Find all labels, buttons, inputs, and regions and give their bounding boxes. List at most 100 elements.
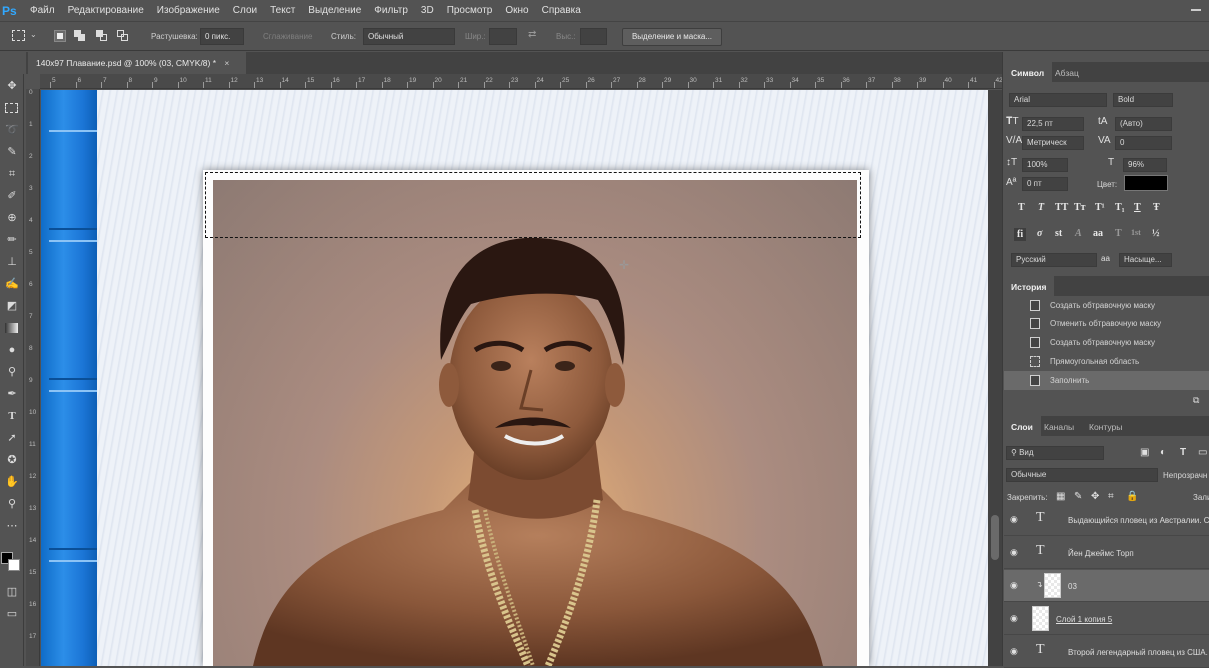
superscript-button[interactable]: T¹ [1095, 202, 1105, 213]
marquee-tool-icon[interactable] [4, 100, 20, 116]
eye-icon[interactable]: ◉ [1010, 547, 1018, 558]
menu-window[interactable]: Окно [505, 5, 528, 16]
healing-brush-tool-icon[interactable]: ⊕ [4, 210, 20, 226]
layer-row[interactable]: ◉ T Второй легендарный пловец из США. С [1004, 636, 1209, 668]
history-item[interactable]: Отменить обтравочную маску [1004, 314, 1209, 333]
minimize-icon[interactable] [1191, 9, 1201, 11]
brush-tool-icon[interactable]: ✏ [4, 232, 20, 248]
filter-pixel-icon[interactable]: ▣ [1140, 447, 1149, 458]
leading-input[interactable]: (Авто) [1115, 117, 1172, 131]
history-item[interactable]: Прямоугольная область [1004, 352, 1209, 371]
lock-pixels-icon[interactable]: ✎ [1074, 491, 1082, 502]
move-tool-icon[interactable]: ✥ [4, 78, 20, 94]
select-and-mask-button[interactable]: Выделение и маска... [622, 28, 722, 46]
tracking-input[interactable]: 0 [1115, 136, 1172, 150]
language-select[interactable]: Русский [1011, 253, 1097, 267]
lasso-tool-icon[interactable]: ➰ [4, 122, 20, 138]
tab-history[interactable]: История [1003, 276, 1055, 296]
chevron-down-icon[interactable]: ⌄ [30, 30, 37, 39]
blend-mode-select[interactable]: Обычные [1006, 468, 1158, 482]
more-tools-icon[interactable]: ⋯ [4, 518, 20, 534]
layer-row-selected[interactable]: ◉ ↴ 03 [1004, 570, 1209, 602]
menu-file[interactable]: Файл [30, 5, 55, 16]
lock-transparency-icon[interactable]: ▦ [1056, 491, 1065, 502]
menu-edit[interactable]: Редактирование [68, 5, 144, 16]
swimmer-photo[interactable] [213, 180, 857, 666]
canvas-area[interactable]: ✛ [41, 90, 988, 666]
layer-filter-select[interactable]: ⚲ Вид [1006, 446, 1104, 460]
marquee-selection[interactable] [205, 172, 861, 238]
dodge-tool-icon[interactable]: ⚲ [4, 364, 20, 380]
small-caps-button[interactable]: Tт [1074, 202, 1086, 213]
hand-tool-icon[interactable]: ✋ [4, 474, 20, 490]
swap-icon[interactable]: ⇄ [528, 29, 536, 40]
layer-row[interactable]: ◉ Слой 1 копия 5 [1004, 603, 1209, 635]
tab-paragraph[interactable]: Абзац [1047, 62, 1087, 82]
artboard-icon[interactable]: ⌗ [1108, 491, 1114, 502]
marquee-tool-preset-icon[interactable] [12, 30, 25, 41]
text-color-swatch[interactable] [1124, 175, 1168, 191]
height-input[interactable] [580, 28, 607, 45]
layer-row[interactable]: ◉ T Йен Джеймс Торп [1004, 537, 1209, 569]
font-size-input[interactable]: 22,5 пт [1022, 117, 1084, 131]
style-select[interactable]: Обычный [363, 28, 455, 45]
menu-3d[interactable]: 3D [421, 5, 434, 16]
canvas-vertical-scrollbar[interactable] [988, 90, 1002, 666]
filter-shape-icon[interactable]: ▭ [1198, 447, 1207, 458]
new-selection-icon[interactable] [54, 30, 66, 42]
baseline-shift-input[interactable]: 0 пт [1022, 177, 1068, 191]
faux-bold-button[interactable]: T [1018, 202, 1025, 213]
gradient-tool-icon[interactable] [4, 320, 20, 336]
zoom-tool-icon[interactable]: ⚲ [4, 496, 20, 512]
history-item-selected[interactable]: Заполнить [1004, 371, 1209, 390]
menu-type[interactable]: Текст [270, 5, 295, 16]
menu-layers[interactable]: Слои [233, 5, 257, 16]
width-input[interactable] [489, 28, 517, 45]
strikethrough-button[interactable]: Ŧ [1153, 202, 1160, 213]
titling-alternates-button[interactable]: T [1115, 228, 1122, 239]
swash-button[interactable]: A [1075, 228, 1082, 239]
eye-icon[interactable]: ◉ [1010, 646, 1018, 657]
eye-icon[interactable]: ◉ [1010, 613, 1018, 624]
history-item[interactable]: Создать обтравочную маску [1004, 296, 1209, 315]
crop-tool-icon[interactable]: ⌗ [4, 166, 20, 182]
shape-tool-icon[interactable]: ✪ [4, 452, 20, 468]
eye-icon[interactable]: ◉ [1010, 514, 1018, 525]
font-family-select[interactable]: Arial [1009, 93, 1107, 107]
horizontal-scale-input[interactable]: 96% [1123, 158, 1167, 172]
layer-row[interactable]: ◉ T Выдающийся пловец из Австралии. Сп [1004, 504, 1209, 536]
filter-adjustment-icon[interactable]: ◐ [1160, 447, 1166, 458]
faux-italic-button[interactable]: T [1038, 202, 1044, 213]
subscript-button[interactable]: T₁ [1115, 202, 1125, 213]
subtract-selection-icon[interactable] [96, 30, 108, 42]
kerning-input[interactable]: Метрическ [1022, 136, 1084, 150]
eye-icon[interactable]: ◉ [1010, 580, 1018, 591]
ligatures-button[interactable]: fi [1014, 228, 1027, 241]
intersect-selection-icon[interactable] [117, 30, 129, 42]
blur-tool-icon[interactable]: ● [4, 342, 20, 358]
antialias-checkbox-label[interactable]: Сглаживание [263, 32, 312, 41]
document-tab[interactable]: 140x97 Плавание.psd @ 100% (03, CMYK/8) … [28, 52, 246, 74]
font-style-select[interactable]: Bold [1113, 93, 1173, 107]
all-caps-button[interactable]: TT [1055, 202, 1068, 213]
vertical-scale-input[interactable]: 100% [1022, 158, 1068, 172]
stylistic-alternates-button[interactable]: aa [1093, 228, 1103, 239]
antialias-select[interactable]: Насыще... [1119, 253, 1172, 267]
background-color-swatch[interactable] [8, 559, 20, 571]
quick-mask-icon[interactable]: ◫ [4, 584, 20, 600]
type-tool-icon[interactable]: T [4, 408, 20, 424]
menu-select[interactable]: Выделение [308, 5, 361, 16]
close-icon[interactable]: × [224, 58, 229, 68]
contextual-alternates-button[interactable]: σ [1037, 228, 1042, 239]
history-item[interactable]: Создать обтравочную маску [1004, 333, 1209, 352]
path-selection-tool-icon[interactable]: ➚ [4, 430, 20, 446]
eyedropper-tool-icon[interactable]: ✐ [4, 188, 20, 204]
fractions-button[interactable]: ½ [1152, 228, 1160, 239]
lock-position-icon[interactable]: ✥ [1091, 491, 1099, 502]
pen-tool-icon[interactable]: ✒ [4, 386, 20, 402]
feather-input[interactable]: 0 пикс. [200, 28, 244, 45]
tab-character[interactable]: Символ [1003, 62, 1053, 82]
lock-all-icon[interactable]: 🔒 [1126, 491, 1138, 502]
add-selection-icon[interactable] [74, 30, 86, 42]
menu-help[interactable]: Справка [542, 5, 581, 16]
